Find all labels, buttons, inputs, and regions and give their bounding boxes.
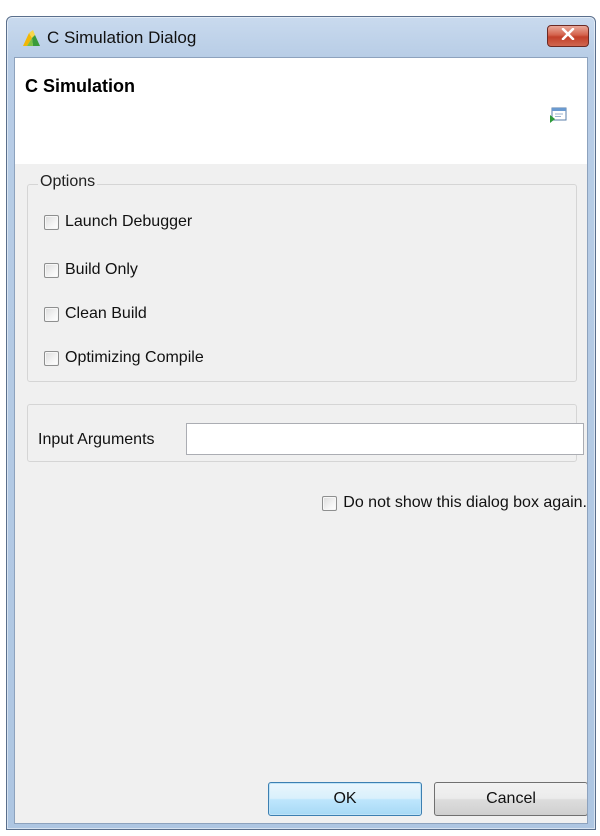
options-group: Options Launch Debugger Build Only Clean… [27,173,577,382]
header-panel: C Simulation [15,58,587,164]
build-only-checkbox[interactable]: Build Only [44,259,138,281]
window-title: C Simulation Dialog [47,28,197,47]
launch-debugger-checkbox[interactable]: Launch Debugger [44,211,192,233]
dont-show-again-label: Do not show this dialog box again. [343,494,587,511]
input-arguments-label: Input Arguments [38,431,155,448]
checkbox-label: Optimizing Compile [65,349,204,366]
dialog-client-area: C Simulation Options Launch Debugger Bui [14,57,588,824]
close-icon [561,27,575,45]
title-bar[interactable]: C Simulation Dialog [7,17,595,57]
ok-button[interactable]: OK [268,782,422,816]
checkbox-label: Build Only [65,261,138,278]
clean-build-checkbox[interactable]: Clean Build [44,303,147,325]
checkbox-box[interactable] [44,350,59,366]
run-window-icon [549,106,567,124]
options-legend: Options [38,173,98,191]
checkbox-label: Launch Debugger [65,213,193,230]
close-button[interactable] [547,25,589,47]
checkbox-box[interactable] [44,214,59,230]
vivado-hls-icon [21,29,41,47]
input-arguments-field[interactable] [186,423,584,455]
checkbox-label: Clean Build [65,305,147,322]
cancel-button[interactable]: Cancel [434,782,587,816]
input-arguments-group: Input Arguments [27,404,584,462]
checkbox-box[interactable] [44,262,59,278]
dont-show-again-checkbox[interactable]: Do not show this dialog box again. [322,492,587,514]
checkbox-box[interactable] [322,495,338,511]
dialog-window: C Simulation Dialog C Simulation Options… [6,16,596,830]
checkbox-box[interactable] [44,306,59,322]
optimizing-compile-checkbox[interactable]: Optimizing Compile [44,347,204,369]
page-title: C Simulation [25,76,136,96]
